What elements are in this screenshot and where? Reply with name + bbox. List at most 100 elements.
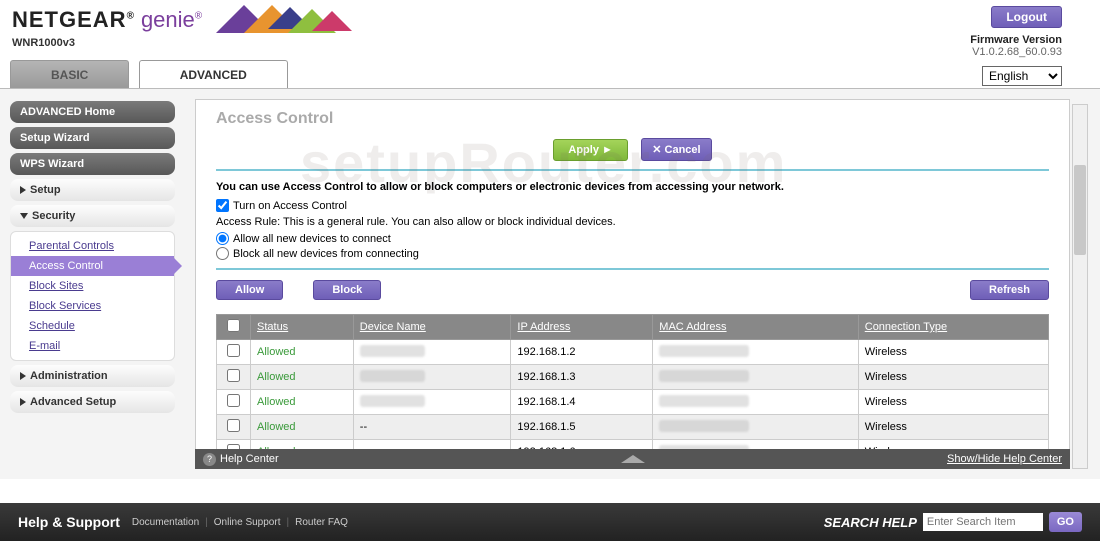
main-tabs: BASIC ADVANCED bbox=[10, 60, 288, 90]
chevron-down-icon bbox=[20, 213, 28, 219]
block-button[interactable]: Block bbox=[313, 280, 381, 300]
col-device-name[interactable]: Device Name bbox=[353, 315, 511, 340]
logo-area: NETGEAR® genie® bbox=[12, 5, 1088, 35]
table-row: Allowed 192.168.1.2 Wireless bbox=[217, 340, 1049, 365]
table-row: Allowed--192.168.1.5 Wireless bbox=[217, 415, 1049, 440]
row-checkbox[interactable] bbox=[227, 394, 240, 407]
row-mac bbox=[653, 390, 858, 415]
help-center-bar: ? Help Center Show/Hide Help Center bbox=[195, 449, 1070, 469]
language-select[interactable]: English bbox=[982, 66, 1062, 86]
row-checkbox-cell bbox=[217, 415, 251, 440]
col-status[interactable]: Status bbox=[251, 315, 354, 340]
row-ip: 192.168.1.4 bbox=[511, 390, 653, 415]
radio-allow-row[interactable]: Allow all new devices to connect bbox=[216, 232, 1049, 245]
sidebar-item-parental-controls[interactable]: Parental Controls bbox=[11, 236, 174, 256]
firmware-label: Firmware Version bbox=[970, 34, 1062, 46]
row-ctype: Wireless bbox=[858, 390, 1048, 415]
row-ip: 192.168.1.2 bbox=[511, 340, 653, 365]
row-ip: 192.168.1.5 bbox=[511, 415, 653, 440]
col-ip-address[interactable]: IP Address bbox=[511, 315, 653, 340]
row-device-name bbox=[353, 365, 511, 390]
radio-block[interactable] bbox=[216, 247, 229, 260]
refresh-button[interactable]: Refresh bbox=[970, 280, 1049, 300]
row-ctype: Wireless bbox=[858, 415, 1048, 440]
row-ctype: Wireless bbox=[858, 340, 1048, 365]
row-status: Allowed bbox=[251, 415, 354, 440]
radio-allow[interactable] bbox=[216, 232, 229, 245]
table-row: Allowed 192.168.1.3 Wireless bbox=[217, 365, 1049, 390]
access-rule-text: Access Rule: This is a general rule. You… bbox=[216, 216, 1049, 228]
sidebar-item-advanced-setup[interactable]: Advanced Setup bbox=[10, 391, 175, 413]
go-button[interactable]: GO bbox=[1049, 512, 1082, 532]
row-mac bbox=[653, 365, 858, 390]
row-status: Allowed bbox=[251, 365, 354, 390]
row-checkbox-cell bbox=[217, 340, 251, 365]
chevron-right-icon bbox=[20, 186, 26, 194]
turn-on-checkbox[interactable] bbox=[216, 199, 229, 212]
row-ctype: Wireless bbox=[858, 365, 1048, 390]
sidebar-item-schedule[interactable]: Schedule bbox=[11, 316, 174, 336]
cancel-button[interactable]: ✕ Cancel bbox=[641, 138, 711, 161]
sidebar-item-security[interactable]: Security bbox=[10, 205, 175, 227]
sidebar-item-wps-wizard[interactable]: WPS Wizard bbox=[10, 153, 175, 175]
footer-link-router-faq[interactable]: Router FAQ bbox=[295, 517, 348, 528]
row-checkbox[interactable] bbox=[227, 369, 240, 382]
row-mac bbox=[653, 415, 858, 440]
tab-basic[interactable]: BASIC bbox=[10, 60, 129, 88]
row-device-name: -- bbox=[353, 415, 511, 440]
sidebar-item-setup-wizard[interactable]: Setup Wizard bbox=[10, 127, 175, 149]
apply-button[interactable]: Apply ► bbox=[553, 139, 628, 161]
row-device-name bbox=[353, 390, 511, 415]
row-checkbox-cell bbox=[217, 365, 251, 390]
sidebar-item-setup[interactable]: Setup bbox=[10, 179, 175, 201]
table-row: Allowed 192.168.1.4 Wireless bbox=[217, 390, 1049, 415]
footer-link-documentation[interactable]: Documentation bbox=[132, 517, 199, 528]
chevron-right-icon bbox=[20, 398, 26, 406]
model-label: WNR1000v3 bbox=[12, 37, 1088, 49]
search-help-label: SEARCH HELP bbox=[824, 515, 917, 530]
security-sublist: Parental Controls Access Control Block S… bbox=[10, 231, 175, 361]
chevron-right-icon bbox=[20, 372, 26, 380]
radio-block-row[interactable]: Block all new devices from connecting bbox=[216, 247, 1049, 260]
select-all-checkbox[interactable] bbox=[227, 319, 240, 332]
tab-advanced[interactable]: ADVANCED bbox=[139, 60, 288, 88]
show-hide-help-link[interactable]: Show/Hide Help Center bbox=[947, 453, 1062, 465]
sidebar-item-administration[interactable]: Administration bbox=[10, 365, 175, 387]
row-checkbox[interactable] bbox=[227, 344, 240, 357]
sidebar-item-access-control[interactable]: Access Control bbox=[11, 256, 174, 276]
turn-on-label: Turn on Access Control bbox=[233, 200, 347, 212]
header-right: Logout Firmware Version V1.0.2.68_60.0.9… bbox=[970, 6, 1062, 58]
row-mac bbox=[653, 340, 858, 365]
scrollbar[interactable] bbox=[1072, 104, 1088, 469]
radio-allow-label: Allow all new devices to connect bbox=[233, 233, 391, 245]
caret-up-icon[interactable] bbox=[621, 455, 645, 463]
footer-title: Help & Support bbox=[18, 514, 120, 530]
allow-button[interactable]: Allow bbox=[216, 280, 283, 300]
sidebar-item-block-sites[interactable]: Block Sites bbox=[11, 276, 174, 296]
sidebar-item-home[interactable]: ADVANCED Home bbox=[10, 101, 175, 123]
row-ip: 192.168.1.3 bbox=[511, 365, 653, 390]
close-icon: ✕ bbox=[652, 144, 664, 156]
row-checkbox-cell bbox=[217, 390, 251, 415]
col-mac-address[interactable]: MAC Address bbox=[653, 315, 858, 340]
row-checkbox[interactable] bbox=[227, 419, 240, 432]
content-panel: Access Control Apply ► ✕ Cancel You can … bbox=[195, 99, 1070, 469]
search-help-input[interactable] bbox=[923, 513, 1043, 531]
page-title: Access Control bbox=[216, 110, 1049, 128]
sidebar: ADVANCED Home Setup Wizard WPS Wizard Se… bbox=[10, 101, 175, 417]
col-connection-type[interactable]: Connection Type bbox=[858, 315, 1048, 340]
netgear-logo: NETGEAR® bbox=[12, 7, 135, 33]
genie-logo: genie® bbox=[141, 7, 202, 33]
row-device-name bbox=[353, 340, 511, 365]
logout-button[interactable]: Logout bbox=[991, 6, 1062, 28]
row-status: Allowed bbox=[251, 340, 354, 365]
footer-link-online-support[interactable]: Online Support bbox=[214, 517, 281, 528]
row-status: Allowed bbox=[251, 390, 354, 415]
scrollbar-thumb[interactable] bbox=[1074, 165, 1086, 255]
firmware-version: V1.0.2.68_60.0.93 bbox=[970, 46, 1062, 58]
footer: Help & Support Documentation | Online Su… bbox=[0, 503, 1100, 541]
sidebar-item-block-services[interactable]: Block Services bbox=[11, 296, 174, 316]
sidebar-item-email[interactable]: E-mail bbox=[11, 336, 174, 356]
decorative-triangles-icon bbox=[216, 5, 356, 35]
turn-on-checkbox-row[interactable]: Turn on Access Control bbox=[216, 199, 1049, 212]
